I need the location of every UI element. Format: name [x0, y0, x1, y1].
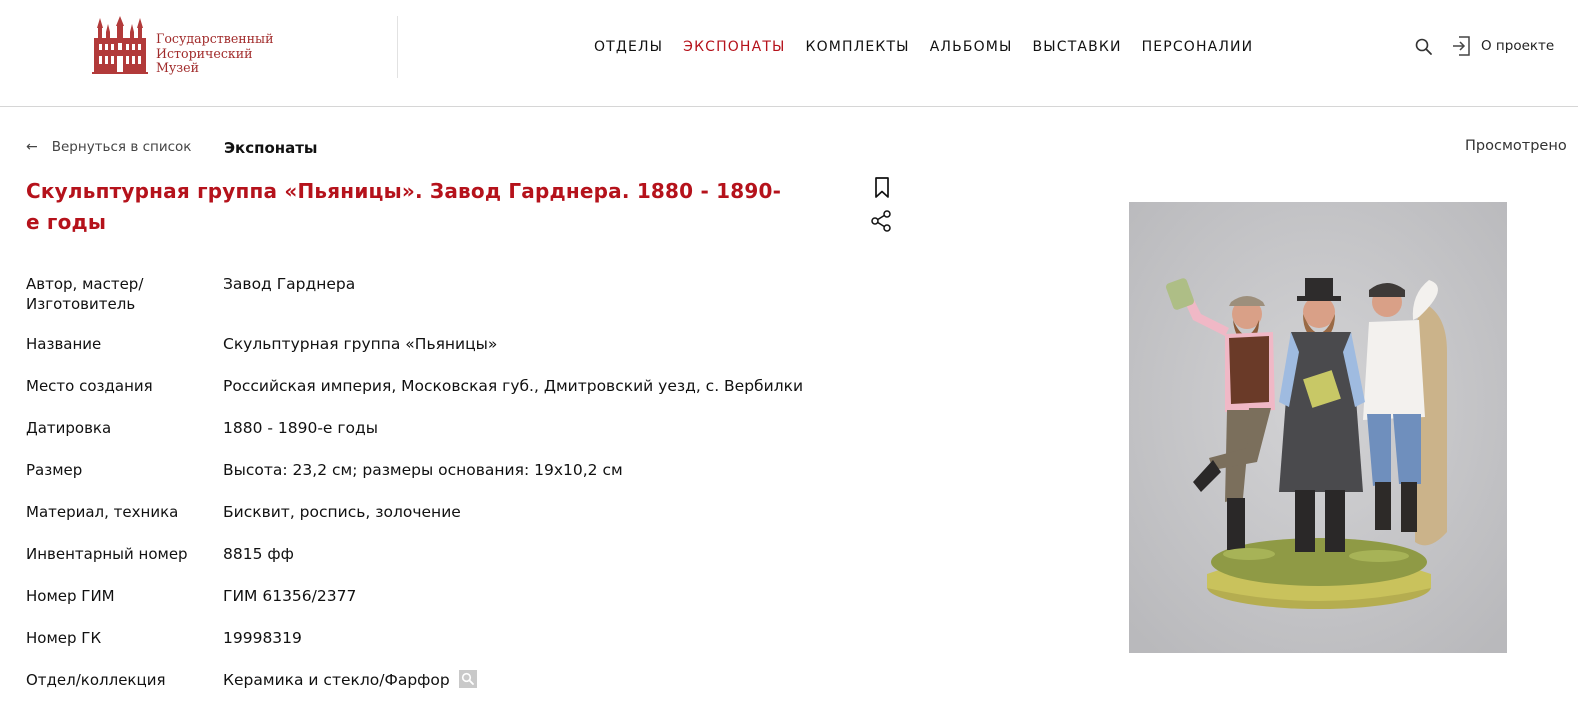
main-nav: ОТДЕЛЫ ЭКСПОНАТЫ КОМПЛЕКТЫ АЛЬБОМЫ ВЫСТА… — [594, 37, 1273, 57]
exhibit-photo[interactable] — [1129, 202, 1507, 653]
detail-value: 1880 - 1890-е годы — [223, 419, 378, 437]
detail-value: Скульптурная группа «Пьяницы» — [223, 335, 498, 353]
nav-item-departments[interactable]: ОТДЕЛЫ — [594, 37, 663, 57]
nav-item-exhibits[interactable]: ЭКСПОНАТЫ — [683, 37, 785, 57]
detail-label: Номер ГК — [26, 629, 102, 647]
museum-logo[interactable]: Государственный Исторический Музей — [92, 16, 292, 76]
exhibit-title: Скульптурная группа «Пьяницы». Завод Гар… — [26, 179, 782, 234]
back-to-list-link[interactable]: ← Вернуться в список — [26, 137, 191, 157]
share-icon[interactable] — [869, 209, 893, 233]
detail-value: 8815 фф — [223, 545, 294, 563]
about-project-label: О проекте — [1481, 38, 1555, 54]
detail-label: Место создания — [26, 377, 153, 395]
detail-label: Материал, техника — [26, 503, 179, 521]
login-icon — [1453, 36, 1470, 56]
nav-item-albums[interactable]: АЛЬБОМЫ — [930, 37, 1013, 57]
detail-label: Автор, мастер/ Изготовитель — [26, 275, 144, 313]
collection-search-icon[interactable] — [458, 670, 477, 688]
detail-value: Российская империя, Московская губ., Дми… — [223, 377, 804, 395]
detail-value-wrap: Керамика и стекло/Фарфор — [223, 670, 863, 690]
detail-value: Высота: 23,2 см; размеры основания: 19x1… — [223, 461, 623, 479]
site-header: Государственный Исторический Музей ОТДЕЛ… — [0, 0, 1578, 107]
museum-name-line: Музей — [156, 60, 200, 76]
museum-name-line: Государственный — [156, 31, 274, 46]
museum-building-icon — [92, 16, 148, 74]
museum-name: Государственный Исторический Музей — [156, 31, 274, 76]
detail-value: Завод Гарднера — [223, 275, 356, 293]
back-to-list-label: Вернуться в список — [51, 139, 192, 155]
detail-value: Керамика и стекло/Фарфор — [223, 671, 450, 689]
detail-value: 19998319 — [223, 629, 302, 647]
detail-label: Отдел/коллекция — [26, 671, 166, 689]
detail-label: Название — [26, 335, 102, 353]
nav-item-sets[interactable]: КОМПЛЕКТЫ — [806, 37, 910, 57]
detail-label: Номер ГИМ — [26, 587, 115, 605]
detail-label: Датировка — [26, 419, 112, 437]
nav-item-exhibitions[interactable]: ВЫСТАВКИ — [1033, 37, 1122, 57]
arrow-left-icon: ← — [26, 139, 38, 155]
header-divider — [397, 16, 398, 78]
detail-label: Инвентарный номер — [26, 545, 188, 563]
about-project-link[interactable]: О проекте — [1452, 35, 1554, 57]
detail-value: ГИМ 61356/2377 — [223, 587, 357, 605]
detail-value: Бисквит, роспись, золочение — [223, 503, 461, 521]
nav-item-persons[interactable]: ПЕРСОНАЛИИ — [1142, 37, 1254, 57]
search-icon[interactable] — [1414, 37, 1434, 57]
viewed-panel-toggle[interactable]: Просмотрено — [1465, 135, 1567, 157]
bookmark-icon[interactable] — [873, 176, 891, 200]
museum-name-line: Исторический — [156, 45, 253, 61]
detail-label: Размер — [26, 461, 83, 479]
breadcrumb-section: Экспонаты — [224, 139, 318, 157]
